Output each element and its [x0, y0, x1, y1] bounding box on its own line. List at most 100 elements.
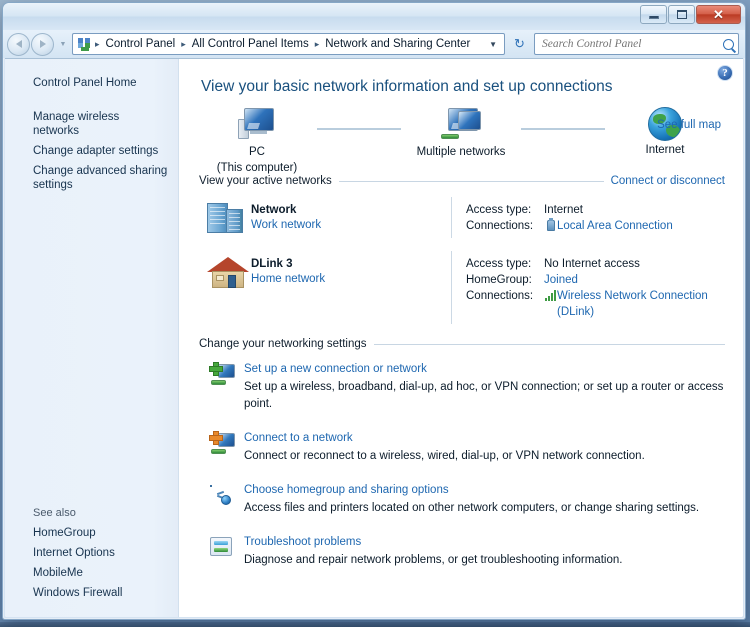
see-full-map-link[interactable]: See full map	[657, 119, 721, 131]
address-bar[interactable]: ▸ Control Panel ▸ All Control Panel Item…	[72, 33, 505, 55]
homegroup-joined-link[interactable]: Joined	[544, 272, 578, 288]
wireless-connection-ssid: (DLink)	[557, 306, 595, 318]
wireless-connection-name: Wireless Network Connection	[557, 290, 708, 302]
sidebar-item-change-advanced-sharing-settings[interactable]: Change advanced sharing settings	[5, 161, 178, 195]
network-map: PC (This computer) Multiple networks Int…	[197, 103, 725, 174]
network-name-cell: DLink 3 Home network	[251, 251, 451, 287]
back-button[interactable]	[7, 32, 30, 56]
homegroup-sharing-icon	[209, 482, 235, 508]
detail-label: Connections:	[466, 220, 534, 232]
network-type-link[interactable]: Home network	[251, 272, 451, 287]
sidebar-item-mobileme[interactable]: MobileMe	[5, 563, 178, 583]
sidebar-item-homegroup[interactable]: HomeGroup	[5, 523, 178, 543]
main-panel: ? View your basic network information an…	[179, 59, 743, 617]
connect-or-disconnect-link[interactable]: Connect or disconnect	[611, 175, 725, 187]
lan-icon	[544, 218, 557, 234]
connect-network-icon	[209, 430, 235, 456]
sidebar: Control Panel Home Manage wireless netwo…	[5, 59, 179, 617]
detail-value: No Internet access	[544, 258, 640, 270]
map-node-pc[interactable]: PC (This computer)	[197, 107, 317, 175]
connect-to-network-link[interactable]: Connect to a network	[244, 430, 725, 446]
breadcrumb-all-items[interactable]: All Control Panel Items	[189, 37, 312, 51]
networking-settings-header: Change your networking settings	[199, 338, 725, 350]
setting-text: Set up a new connection or network Set u…	[244, 360, 725, 413]
multiple-networks-icon	[440, 107, 482, 143]
close-button[interactable]: ✕	[696, 5, 741, 24]
setting-text: Connect to a network Connect or reconnec…	[244, 429, 725, 465]
active-networks-header: View your active networks Connect or dis…	[199, 175, 725, 187]
detail-value: Internet	[544, 204, 583, 216]
setting-description: Connect or reconnect to a wireless, wire…	[244, 450, 645, 462]
search-input[interactable]	[542, 38, 719, 50]
troubleshoot-problems-link[interactable]: Troubleshoot problems	[244, 534, 725, 550]
sidebar-item-control-panel-home[interactable]: Control Panel Home	[5, 73, 178, 93]
computer-icon	[236, 107, 278, 143]
refresh-button[interactable]: ↻	[509, 33, 530, 55]
network-name-cell: Network Work network	[251, 197, 451, 233]
detail-access-type: Access type: No Internet access	[466, 256, 725, 272]
setup-new-connection-link[interactable]: Set up a new connection or network	[244, 361, 725, 377]
help-icon[interactable]: ?	[717, 65, 733, 81]
address-dropdown-icon[interactable]: ▼	[484, 40, 502, 49]
header-rule	[338, 180, 604, 182]
desktop-taskbar-edge	[0, 622, 750, 627]
recent-pages-caret-icon[interactable]: ▼	[58, 41, 68, 48]
breadcrumb-network-sharing-center[interactable]: Network and Sharing Center	[322, 37, 473, 51]
wifi-icon	[544, 288, 557, 304]
forward-button[interactable]	[31, 32, 54, 56]
new-connection-icon	[209, 361, 235, 387]
map-node-internet[interactable]: Internet	[605, 107, 725, 157]
page-title: View your basic network information and …	[201, 78, 613, 95]
sidebar-item-change-adapter-settings[interactable]: Change adapter settings	[5, 141, 178, 161]
setting-description: Diagnose and repair network problems, or…	[244, 554, 623, 566]
close-icon: ✕	[713, 7, 724, 22]
network-detail-cell: Access type: No Internet access HomeGrou…	[451, 251, 725, 324]
setting-item-connect-to-network[interactable]: Connect to a network Connect or reconnec…	[197, 425, 725, 477]
navigation-bar: ▼ ▸ Control Panel ▸ All Control Panel It…	[3, 30, 745, 58]
setting-description: Set up a wireless, broadband, dial-up, a…	[244, 381, 724, 410]
choose-homegroup-sharing-link[interactable]: Choose homegroup and sharing options	[244, 482, 725, 498]
minimize-icon	[648, 16, 659, 19]
network-icon-cell	[197, 251, 251, 291]
breadcrumb-separator-icon: ▸	[181, 38, 186, 49]
network-name: Network	[251, 204, 297, 216]
setting-item-troubleshoot[interactable]: Troubleshoot problems Diagnose and repai…	[197, 529, 725, 581]
detail-connections: Connections: Local Area Connection	[466, 218, 725, 234]
server-network-icon	[207, 201, 245, 235]
breadcrumb-separator-icon: ▸	[314, 38, 320, 49]
map-node-internet-label: Internet	[645, 144, 685, 156]
minimize-button[interactable]	[640, 5, 667, 24]
sidebar-item-windows-firewall[interactable]: Windows Firewall	[5, 583, 178, 603]
setting-item-new-connection[interactable]: Set up a new connection or network Set u…	[197, 356, 725, 425]
detail-label: HomeGroup:	[466, 274, 532, 286]
map-node-multiple-networks[interactable]: Multiple networks	[401, 107, 521, 159]
sidebar-item-manage-wireless-networks[interactable]: Manage wireless networks	[5, 107, 178, 141]
breadcrumb-control-panel[interactable]: Control Panel	[103, 37, 179, 51]
search-icon	[723, 38, 734, 50]
home-network-icon	[207, 255, 249, 291]
active-networks-label: View your active networks	[199, 175, 332, 187]
map-connector-line	[317, 128, 401, 130]
troubleshoot-icon	[209, 534, 235, 560]
map-node-pc-label: PC	[249, 146, 265, 158]
active-network-row: Network Work network Access type: Intern…	[197, 193, 725, 247]
local-area-connection-link[interactable]: Local Area Connection	[557, 218, 673, 234]
maximize-button[interactable]	[668, 5, 695, 24]
title-bar: ✕	[3, 3, 745, 30]
search-box[interactable]	[534, 33, 739, 55]
detail-label: Access type:	[466, 204, 532, 216]
wireless-network-connection-link[interactable]: Wireless Network Connection (DLink)	[557, 288, 708, 320]
refresh-icon: ↻	[514, 36, 525, 51]
map-node-multiple-networks-label: Multiple networks	[416, 146, 506, 158]
network-type-link[interactable]: Work network	[251, 218, 451, 233]
detail-access-type: Access type: Internet	[466, 202, 725, 218]
setting-text: Choose homegroup and sharing options Acc…	[244, 481, 725, 517]
breadcrumb-separator-icon: ▸	[95, 38, 100, 49]
see-also-section: See also HomeGroup Internet Options Mobi…	[5, 507, 178, 609]
setting-item-homegroup-sharing[interactable]: Choose homegroup and sharing options Acc…	[197, 477, 725, 529]
control-panel-icon	[77, 37, 92, 52]
network-name: DLink 3	[251, 258, 293, 270]
maximize-icon	[676, 10, 687, 19]
sidebar-item-internet-options[interactable]: Internet Options	[5, 543, 178, 563]
detail-connections: Connections: Wireless Network Connection…	[466, 288, 725, 320]
